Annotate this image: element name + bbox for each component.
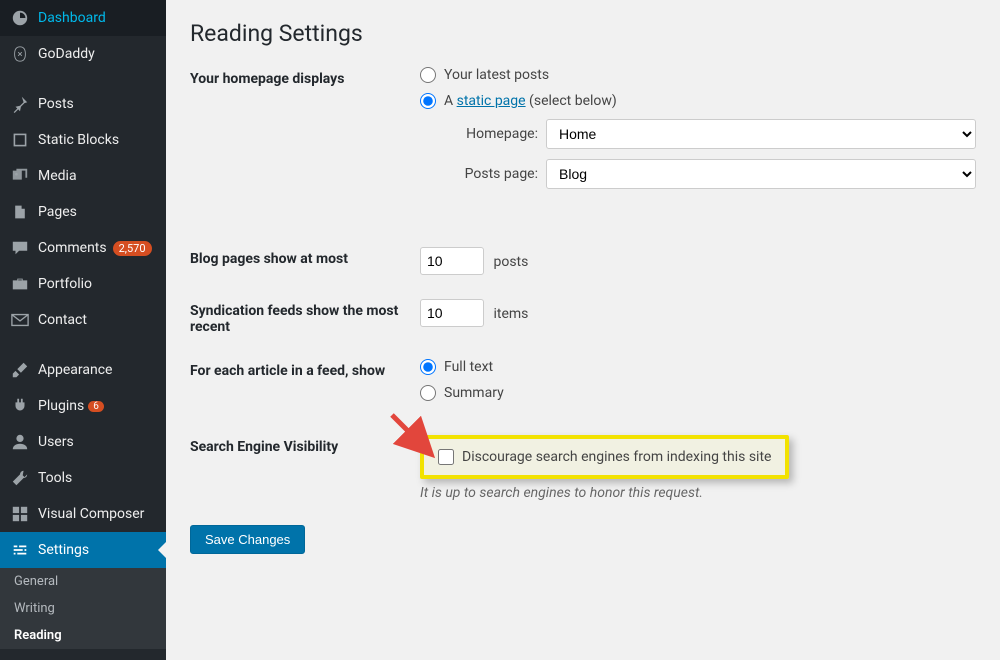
sidebar-item-godaddy[interactable]: GoDaddy xyxy=(0,36,166,72)
radio-latest-posts[interactable] xyxy=(420,67,436,83)
sliders-icon xyxy=(10,540,30,560)
plugins-badge: 6 xyxy=(88,401,104,412)
sidebar-item-label: Visual Composer xyxy=(38,506,144,522)
sidebar-item-settings[interactable]: Settings xyxy=(0,532,166,568)
sidebar-item-visual-composer[interactable]: Visual Composer xyxy=(0,496,166,532)
blog-pages-input[interactable] xyxy=(420,247,484,275)
radio-full-text[interactable] xyxy=(420,359,436,375)
radio-summary[interactable] xyxy=(420,385,436,401)
brush-icon xyxy=(10,360,30,380)
submenu-item-reading[interactable]: Reading xyxy=(0,622,166,649)
sidebar-item-tools[interactable]: Tools xyxy=(0,460,166,496)
sidebar-item-plugins[interactable]: Plugins 6 xyxy=(0,388,166,424)
sidebar-item-label: Tools xyxy=(38,470,72,486)
sidebar-item-label: Users xyxy=(38,434,74,450)
sidebar-item-media[interactable]: Media xyxy=(0,158,166,194)
sidebar-item-portfolio[interactable]: Portfolio xyxy=(0,266,166,302)
sidebar-item-label: GoDaddy xyxy=(38,46,95,62)
godaddy-icon xyxy=(10,44,30,64)
sidebar-item-users[interactable]: Users xyxy=(0,424,166,460)
sidebar-item-label: Appearance xyxy=(38,362,112,378)
label-full-text: Full text xyxy=(444,359,493,375)
sidebar-item-comments[interactable]: Comments 2,570 xyxy=(0,230,166,266)
main-content: Reading Settings Your homepage displays … xyxy=(166,0,1000,660)
user-icon xyxy=(10,432,30,452)
comment-icon xyxy=(10,238,30,258)
label-sev: Search Engine Visibility xyxy=(190,435,420,455)
sidebar-item-label: Contact xyxy=(38,312,87,328)
save-changes-button[interactable]: Save Changes xyxy=(190,525,305,554)
vc-icon xyxy=(10,504,30,524)
sev-check-label: Discourage search engines from indexing … xyxy=(462,449,771,465)
submenu-item-general[interactable]: General xyxy=(0,568,166,595)
static-page-link[interactable]: static page xyxy=(457,93,526,109)
wrench-icon xyxy=(10,468,30,488)
sidebar-item-appearance[interactable]: Appearance xyxy=(0,352,166,388)
admin-sidebar: Dashboard GoDaddy Posts Static Blocks Me… xyxy=(0,0,166,660)
sidebar-item-contact[interactable]: Contact xyxy=(0,302,166,338)
sidebar-item-pages[interactable]: Pages xyxy=(0,194,166,230)
sev-checkbox[interactable] xyxy=(438,449,454,465)
sev-highlight: Discourage search engines from indexing … xyxy=(420,435,789,479)
posts-page-select[interactable]: Blog xyxy=(546,159,976,189)
label-static-page: A static page (select below) xyxy=(444,93,617,109)
plug-icon xyxy=(10,396,30,416)
label-blog-pages: Blog pages show at most xyxy=(190,247,420,267)
sidebar-item-posts[interactable]: Posts xyxy=(0,86,166,122)
label-summary: Summary xyxy=(444,385,504,401)
syndication-unit: items xyxy=(493,306,528,322)
page-icon xyxy=(10,202,30,222)
pin-icon xyxy=(10,94,30,114)
briefcase-icon xyxy=(10,274,30,294)
label-latest-posts: Your latest posts xyxy=(444,67,549,83)
submenu-item-writing[interactable]: Writing xyxy=(0,595,166,622)
blog-pages-unit: posts xyxy=(493,254,528,270)
label-homepage-displays: Your homepage displays xyxy=(190,67,420,87)
sidebar-item-label: Static Blocks xyxy=(38,132,119,148)
sidebar-item-dashboard[interactable]: Dashboard xyxy=(0,0,166,36)
comments-badge: 2,570 xyxy=(113,241,152,256)
label-homepage-select: Homepage: xyxy=(438,126,538,142)
sidebar-item-label: Portfolio xyxy=(38,276,92,292)
sidebar-item-label: Comments xyxy=(38,240,107,256)
label-posts-page-select: Posts page: xyxy=(438,166,538,182)
sev-note: It is up to search engines to honor this… xyxy=(420,485,976,501)
homepage-select[interactable]: Home xyxy=(546,119,976,149)
media-icon xyxy=(10,166,30,186)
sidebar-item-label: Pages xyxy=(38,204,77,220)
sidebar-item-label: Plugins xyxy=(38,398,84,414)
square-icon xyxy=(10,130,30,150)
sidebar-item-label: Media xyxy=(38,168,77,184)
sidebar-item-label: Dashboard xyxy=(38,10,106,26)
radio-static-page[interactable] xyxy=(420,93,436,109)
page-title: Reading Settings xyxy=(190,20,976,47)
sidebar-item-static-blocks[interactable]: Static Blocks xyxy=(0,122,166,158)
syndication-input[interactable] xyxy=(420,299,484,327)
label-article-feed: For each article in a feed, show xyxy=(190,359,420,379)
dashboard-icon xyxy=(10,8,30,28)
sidebar-item-label: Posts xyxy=(38,96,74,112)
mail-icon xyxy=(10,310,30,330)
sidebar-item-label: Settings xyxy=(38,542,89,558)
settings-submenu: General Writing Reading xyxy=(0,568,166,649)
label-syndication: Syndication feeds show the most recent xyxy=(190,299,420,335)
